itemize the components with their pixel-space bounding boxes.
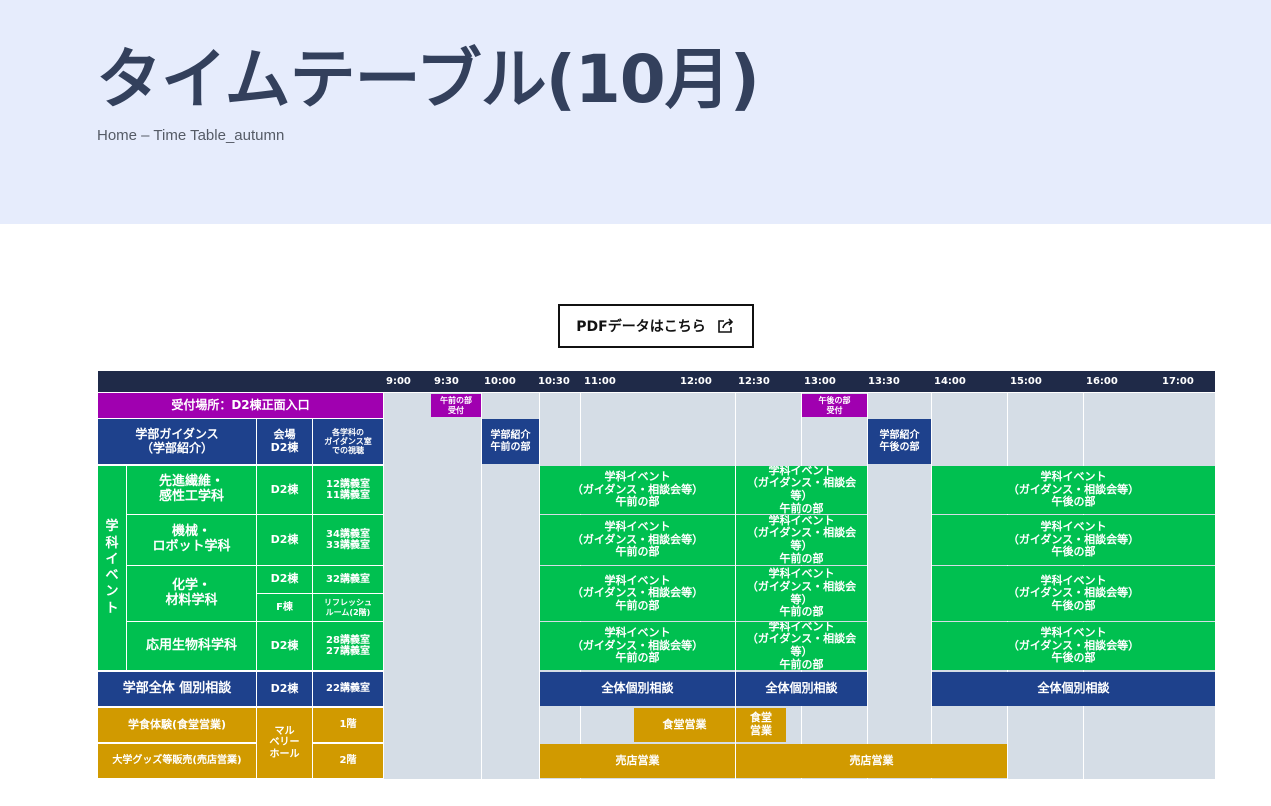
event-afternoon-slot: 学科イベント （ガイダンス・相談会等） 午後の部 bbox=[932, 622, 1215, 670]
event-morning-slot: 学科イベント （ガイダンス・相談会等） 午前の部 bbox=[736, 515, 867, 565]
time-label: 10:30 bbox=[538, 376, 570, 387]
time-label: 17:00 bbox=[1162, 376, 1194, 387]
page-title: タイムテーブル(10月) bbox=[96, 41, 760, 118]
time-label: 14:00 bbox=[934, 376, 966, 387]
reception-morning-slot: 午前の部 受付 bbox=[431, 394, 481, 417]
share-icon bbox=[717, 318, 733, 333]
consultation-label: 学部全体 個別相談 bbox=[98, 672, 256, 706]
guidance-label: 学部ガイダンス （学部紹介） bbox=[98, 419, 256, 464]
event-morning-slot: 学科イベント （ガイダンス・相談会等） 午前の部 bbox=[540, 566, 735, 621]
department-room: 34講義室 33講義室 bbox=[313, 515, 383, 565]
time-label: 16:00 bbox=[1086, 376, 1118, 387]
department-room: リフレッシュ ルーム(2階) bbox=[313, 594, 383, 621]
consultation-slot: 全体個別相談 bbox=[540, 672, 735, 706]
time-label: 12:00 bbox=[680, 376, 712, 387]
cafeteria-label: 学食体験(食堂営業) bbox=[98, 708, 256, 742]
event-afternoon-slot: 学科イベント （ガイダンス・相談会等） 午後の部 bbox=[932, 466, 1215, 514]
goods-slot: 売店営業 bbox=[540, 744, 735, 778]
department-room: 28講義室 27講義室 bbox=[313, 622, 383, 670]
time-label: 11:00 bbox=[584, 376, 616, 387]
timetable-header-bar bbox=[98, 371, 1215, 392]
pdf-button-label: PDFデータはこちら bbox=[576, 319, 706, 335]
time-label: 13:00 bbox=[804, 376, 836, 387]
breadcrumb[interactable]: Home – Time Table_autumn bbox=[97, 127, 284, 144]
event-morning-slot: 学科イベント （ガイダンス・相談会等） 午前の部 bbox=[736, 466, 867, 514]
department-room: 12講義室 11講義室 bbox=[313, 466, 383, 514]
department-name: 機械・ ロボット学科 bbox=[127, 515, 256, 565]
consultation-slot: 全体個別相談 bbox=[932, 672, 1215, 706]
event-morning-slot: 学科イベント （ガイダンス・相談会等） 午前の部 bbox=[736, 566, 867, 621]
consultation-slot: 全体個別相談 bbox=[736, 672, 867, 706]
event-afternoon-slot: 学科イベント （ガイダンス・相談会等） 午後の部 bbox=[932, 515, 1215, 565]
consultation-room: 22講義室 bbox=[313, 672, 383, 706]
time-label: 15:00 bbox=[1010, 376, 1042, 387]
cafeteria-venue: マル ベリー ホール bbox=[257, 708, 312, 778]
department-name: 先進繊維・ 感性工学科 bbox=[127, 466, 256, 514]
event-morning-slot: 学科イベント （ガイダンス・相談会等） 午前の部 bbox=[540, 622, 735, 670]
event-afternoon-slot: 学科イベント （ガイダンス・相談会等） 午後の部 bbox=[932, 566, 1215, 621]
pdf-download-button[interactable]: PDFデータはこちら bbox=[558, 304, 754, 348]
goods-floor: 2階 bbox=[313, 744, 383, 778]
reception-label: 受付場所：D2棟正面入口 bbox=[98, 393, 383, 418]
page-header-banner: タイムテーブル(10月) Home – Time Table_autumn bbox=[0, 0, 1271, 224]
guidance-venue: 会場 D2棟 bbox=[257, 419, 312, 464]
department-room: 32講義室 bbox=[313, 566, 383, 593]
cafeteria-slot: 食堂営業 bbox=[634, 708, 735, 742]
department-event-group-label: 学 科 イ ベ ン ト bbox=[98, 466, 126, 670]
cafeteria-floor: 1階 bbox=[313, 708, 383, 742]
department-name: 応用生物科学科 bbox=[127, 622, 256, 670]
time-label: 12:30 bbox=[738, 376, 770, 387]
event-morning-slot: 学科イベント （ガイダンス・相談会等） 午前の部 bbox=[540, 515, 735, 565]
consultation-building: D2棟 bbox=[257, 672, 312, 706]
cafeteria-slot: 食堂 営業 bbox=[736, 708, 786, 742]
department-building: D2棟 bbox=[257, 515, 312, 565]
guidance-morning-slot: 学部紹介 午前の部 bbox=[482, 419, 539, 464]
goods-slot: 売店営業 bbox=[736, 744, 1007, 778]
department-building: D2棟 bbox=[257, 622, 312, 670]
time-label: 9:00 bbox=[386, 376, 411, 387]
goods-label: 大学グッズ等販売(売店営業) bbox=[98, 744, 256, 778]
time-label: 10:00 bbox=[484, 376, 516, 387]
time-label: 13:30 bbox=[868, 376, 900, 387]
guidance-room: 各学科の ガイダンス室 での視聴 bbox=[313, 419, 383, 464]
department-building: F棟 bbox=[257, 594, 312, 621]
event-morning-slot: 学科イベント （ガイダンス・相談会等） 午前の部 bbox=[736, 622, 867, 670]
event-morning-slot: 学科イベント （ガイダンス・相談会等） 午前の部 bbox=[540, 466, 735, 514]
reception-afternoon-slot: 午後の部 受付 bbox=[802, 394, 867, 417]
guidance-afternoon-slot: 学部紹介 午後の部 bbox=[868, 419, 931, 464]
department-name: 化学・ 材料学科 bbox=[127, 566, 256, 621]
time-label: 9:30 bbox=[434, 376, 459, 387]
department-building: D2棟 bbox=[257, 566, 312, 593]
department-building: D2棟 bbox=[257, 466, 312, 514]
